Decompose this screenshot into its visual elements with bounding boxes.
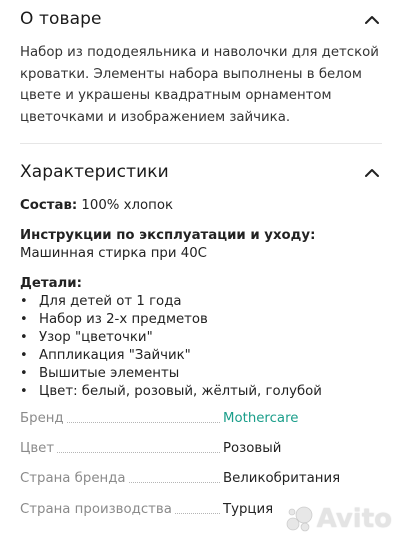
property-row-brand-country: Страна бренда Великобритания bbox=[20, 468, 390, 490]
avito-watermark: Avito bbox=[284, 504, 392, 534]
care-instructions: Инструкции по эксплуатации и уходу: Маши… bbox=[20, 227, 390, 263]
property-label: Бренд bbox=[20, 411, 66, 426]
list-item: • Цвет: белый, розовый, жёлтый, голубой bbox=[20, 384, 322, 399]
about-section-header[interactable]: О товаре bbox=[20, 4, 382, 34]
property-label: Страна бренда bbox=[20, 471, 128, 486]
specs-section-title: Характеристики bbox=[20, 162, 169, 182]
avito-logo-icon bbox=[286, 506, 313, 532]
care-label: Инструкции по эксплуатации и уходу: bbox=[20, 228, 316, 243]
property-row-brand: Бренд Mothercare bbox=[20, 408, 390, 430]
chevron-up-icon[interactable] bbox=[362, 162, 382, 182]
details-label: Детали: bbox=[20, 276, 82, 291]
section-divider bbox=[20, 143, 382, 144]
specs-section-header[interactable]: Характеристики bbox=[20, 157, 382, 187]
property-value: Турция bbox=[223, 502, 274, 517]
about-description: Набор из пододеяльника и наволочки для д… bbox=[20, 45, 379, 125]
property-value: Великобритания bbox=[223, 471, 341, 486]
list-item: • Набор из 2-х предметов bbox=[20, 312, 208, 327]
watermark-text: Avito bbox=[316, 504, 392, 534]
property-row-color: Цвет Розовый bbox=[20, 438, 390, 460]
composition-value: 100% хлопок bbox=[81, 198, 174, 213]
list-item: • Аппликация "Зайчик" bbox=[20, 348, 191, 363]
list-item: • Для детей от 1 года bbox=[20, 294, 182, 309]
care-value: Машинная стирка при 40С bbox=[20, 246, 207, 261]
details: Детали: • Для детей от 1 года • Набор из 2… bbox=[20, 275, 390, 401]
property-label: Страна производства bbox=[20, 502, 174, 517]
composition: Состав: 100% хлопок bbox=[20, 197, 390, 215]
brand-link[interactable]: Mothercare bbox=[223, 411, 298, 426]
property-value: Розовый bbox=[223, 441, 282, 456]
list-item: • Узор "цветочки" bbox=[20, 330, 153, 345]
about-section-title: О товаре bbox=[20, 9, 102, 29]
composition-label: Состав: bbox=[20, 198, 78, 213]
property-label: Цвет bbox=[20, 441, 57, 456]
chevron-up-icon[interactable] bbox=[362, 9, 382, 29]
list-item: • Вышитые элементы bbox=[20, 366, 180, 381]
details-list: • Для детей от 1 года • Набор из 2-х предм… bbox=[20, 293, 390, 401]
